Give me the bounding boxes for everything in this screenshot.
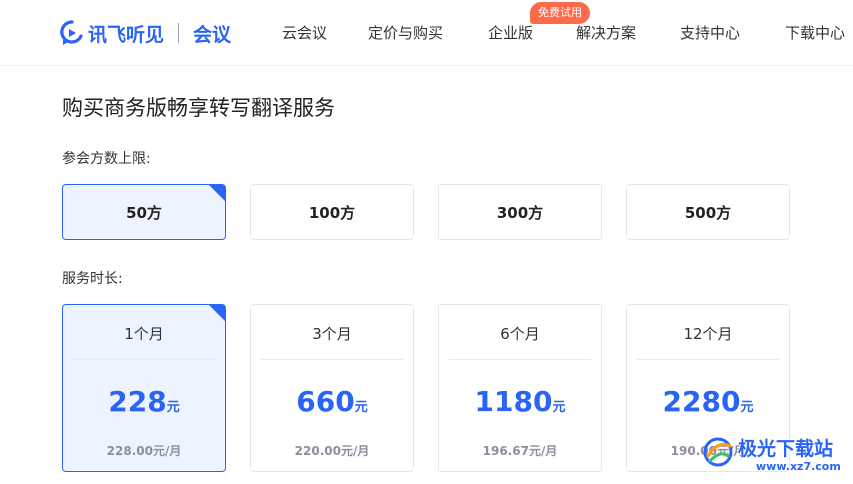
participants-label: 参会方数上限: [62,151,151,167]
participants-option-100[interactable]: 100方 [250,184,414,240]
option-label: 100方 [308,203,356,222]
ifly-logo-icon [60,20,84,46]
aurora-logo-icon [700,434,736,470]
option-label: 500方 [684,203,732,222]
option-label: 300方 [496,203,544,222]
free-trial-badge[interactable]: 免费试用 [530,2,590,24]
plan-divider [449,359,591,360]
nav-item-cloud-meeting[interactable]: 云会议 [282,22,327,43]
plan-card-6-months[interactable]: 6个月 1180元 196.67元/月 [438,304,602,472]
watermark-title: 极光下载站 [738,438,834,460]
plan-divider [637,359,779,360]
plan-price: 228元 [63,385,225,418]
nav-item-solutions[interactable]: 解决方案 [576,22,636,43]
participants-option-500[interactable]: 500方 [626,184,790,240]
nav-item-enterprise[interactable]: 企业版 [488,22,533,43]
price-value: 660 [296,385,355,418]
plan-card-3-months[interactable]: 3个月 660元 220.00元/月 [250,304,414,472]
product-name: 会议 [193,23,232,46]
price-value: 2280 [662,385,741,418]
plan-price: 660元 [251,385,413,418]
plan-monthly-price: 196.67元/月 [482,444,558,458]
nav-item-downloads[interactable]: 下载中心 [785,22,845,43]
participants-option-300[interactable]: 300方 [438,184,602,240]
option-label: 50方 [126,203,162,222]
plan-name: 6个月 [500,325,540,343]
plan-price: 1180元 [439,385,601,418]
plan-monthly-price: 220.00元/月 [294,444,370,458]
logo-divider [178,23,180,43]
plan-price: 2280元 [627,385,789,418]
price-unit: 元 [166,400,180,415]
selected-corner-icon [209,185,225,201]
brand-name: 讯飞听见 [88,23,165,46]
brand-logo[interactable]: 讯飞听见 会议 [60,18,231,48]
price-unit: 元 [354,400,368,415]
price-value: 228 [108,385,167,418]
price-value: 1180 [474,385,553,418]
price-unit: 元 [552,400,566,415]
plan-monthly-price: 228.00元/月 [106,444,182,458]
nav-item-pricing[interactable]: 定价与购买 [368,22,443,43]
top-navbar: 讯飞听见 会议 云会议 定价与购买 企业版 解决方案 支持中心 下载中心 免费试… [0,0,853,66]
page-title: 购买商务版畅享转写翻译服务 [62,96,335,120]
duration-label: 服务时长: [62,271,123,287]
nav-item-support[interactable]: 支持中心 [680,22,740,43]
plan-name: 12个月 [683,325,733,343]
plan-name: 3个月 [312,325,352,343]
price-unit: 元 [740,400,754,415]
plan-name: 1个月 [124,325,164,343]
selected-corner-icon [209,305,225,321]
watermark-url: www.xz7.com [756,460,841,473]
plan-divider [73,359,215,360]
site-watermark: 极光下载站 www.xz7.com [700,428,850,480]
plan-divider [261,359,403,360]
plan-card-1-month[interactable]: 1个月 228元 228.00元/月 [62,304,226,472]
participants-option-50[interactable]: 50方 [62,184,226,240]
